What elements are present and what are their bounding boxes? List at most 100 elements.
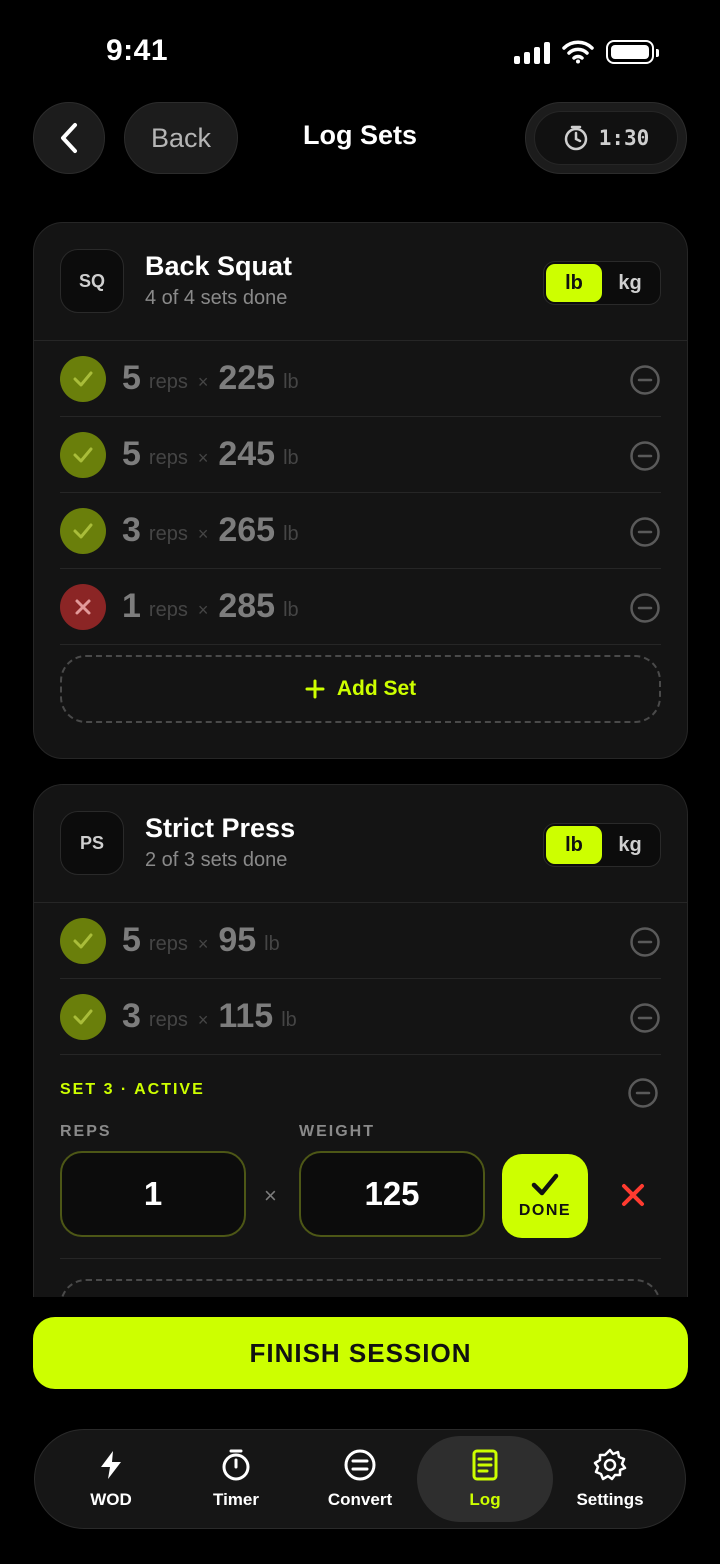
stopwatch-icon <box>222 1449 250 1481</box>
set-list: 5 reps × 225 lb 5 reps × 245 lb 3 reps ×… <box>34 341 687 645</box>
set-row[interactable]: 3 reps × 115 lb <box>60 979 661 1055</box>
set-weight: 265 <box>218 511 276 549</box>
remove-set-icon[interactable] <box>629 516 661 548</box>
add-set-button[interactable] <box>60 1279 661 1297</box>
exercise-card-back-squat: SQ Back Squat 4 of 4 sets done lb kg 5 r… <box>33 222 688 759</box>
set-row[interactable]: 3 reps × 265 lb <box>60 493 661 569</box>
set-weight: 95 <box>218 921 257 959</box>
equals-circle-icon <box>344 1449 376 1481</box>
cancel-x-icon[interactable] <box>619 1181 647 1209</box>
tab-bar: WOD Timer Convert Log Settings <box>34 1429 686 1529</box>
times-sign: × <box>264 1183 277 1208</box>
exercise-title: Back Squat <box>145 251 293 281</box>
tab-label: Convert <box>327 1490 393 1509</box>
bolt-icon <box>101 1451 121 1479</box>
active-set-editor: SET 3 · ACTIVE REPS WEIGHT 1 × 125 DONE <box>60 1055 661 1259</box>
check-icon[interactable] <box>60 917 106 964</box>
weight-unit-label: lb <box>281 1009 297 1031</box>
plus-icon <box>305 679 325 699</box>
weight-input[interactable]: 125 <box>299 1151 485 1237</box>
set-row[interactable]: 5 reps × 245 lb <box>60 417 661 493</box>
check-icon[interactable] <box>60 993 106 1040</box>
unit-lb-option[interactable]: lb <box>546 826 602 864</box>
status-bar: 9:41 <box>0 0 720 100</box>
add-set-button[interactable]: Add Set <box>60 655 661 723</box>
tab-label: Timer <box>213 1490 259 1509</box>
tab-wod[interactable]: WOD <box>43 1436 179 1522</box>
done-label: DONE <box>518 1202 572 1219</box>
set-row[interactable]: 5 reps × 225 lb <box>60 341 661 417</box>
exercise-abbr-badge: PS <box>60 811 124 875</box>
reps-unit-label: reps <box>148 371 188 393</box>
check-icon[interactable] <box>60 355 106 402</box>
unit-lb-option[interactable]: lb <box>546 264 602 302</box>
times-sign: × <box>197 372 209 392</box>
reps-unit-label: reps <box>148 1009 188 1031</box>
check-icon[interactable] <box>60 507 106 554</box>
exercise-abbr-badge: SQ <box>60 249 124 313</box>
reps-unit-label: reps <box>148 447 188 469</box>
timer-icon <box>564 125 587 151</box>
cellular-signal-icon <box>514 40 550 64</box>
set-reps: 1 <box>122 587 141 625</box>
unit-toggle: lb kg <box>543 261 661 305</box>
tab-label: WOD <box>90 1490 132 1509</box>
set-row[interactable]: 5 reps × 95 lb <box>60 903 661 979</box>
set-row[interactable]: 1 reps × 285 lb <box>60 569 661 645</box>
remove-set-icon[interactable] <box>629 1002 661 1034</box>
set-reps: 5 <box>122 359 141 397</box>
gear-icon <box>593 1448 627 1481</box>
weight-unit-label: lb <box>283 523 299 545</box>
back-arrow-button[interactable] <box>33 102 105 174</box>
unit-kg-option[interactable]: kg <box>602 264 658 302</box>
set-reps: 5 <box>122 921 141 959</box>
tab-convert[interactable]: Convert <box>292 1436 428 1522</box>
times-sign: × <box>197 934 209 954</box>
tab-settings[interactable]: Settings <box>542 1436 678 1522</box>
remove-set-icon[interactable] <box>629 592 661 624</box>
tab-label: Settings <box>576 1490 644 1509</box>
weight-field-label: WEIGHT <box>299 1123 375 1140</box>
rest-timer-button[interactable]: 1:30 <box>525 102 687 174</box>
reps-field-label: REPS <box>60 1123 112 1140</box>
done-button[interactable]: DONE <box>502 1154 588 1238</box>
remove-set-icon[interactable] <box>629 926 661 958</box>
remove-set-icon[interactable] <box>629 440 661 472</box>
failed-x-icon[interactable] <box>60 583 106 630</box>
finish-session-button[interactable]: FINISH SESSION <box>33 1317 688 1389</box>
exercise-progress: 2 of 3 sets done <box>145 849 288 871</box>
exercise-progress: 4 of 4 sets done <box>145 287 288 309</box>
set-weight: 285 <box>218 587 276 625</box>
weight-unit-label: lb <box>283 371 299 393</box>
tab-log[interactable]: Log <box>417 1436 553 1522</box>
reps-unit-label: reps <box>148 599 188 621</box>
exercise-card-strict-press: PS Strict Press 2 of 3 sets done lb kg 5… <box>33 784 688 1297</box>
weight-unit-label: lb <box>283 599 299 621</box>
exercise-header: PS Strict Press 2 of 3 sets done lb kg <box>34 785 687 903</box>
back-button[interactable]: Back <box>124 102 238 174</box>
set-reps: 3 <box>122 511 141 549</box>
tab-label: Log <box>469 1490 501 1509</box>
add-set-label: Add Set <box>336 677 417 700</box>
reps-input[interactable]: 1 <box>60 1151 246 1237</box>
unit-toggle: lb kg <box>543 823 661 867</box>
set-weight: 225 <box>218 359 276 397</box>
status-icons <box>514 40 659 64</box>
chevron-left-icon <box>61 123 77 153</box>
battery-icon <box>606 40 659 64</box>
remove-set-icon[interactable] <box>627 1077 659 1109</box>
times-sign: × <box>197 600 209 620</box>
remove-set-icon[interactable] <box>629 364 661 396</box>
times-sign: × <box>197 1010 209 1030</box>
header: Back Log Sets 1:30 <box>0 100 720 176</box>
tab-timer[interactable]: Timer <box>168 1436 304 1522</box>
times-sign: × <box>197 524 209 544</box>
wifi-icon <box>562 40 594 64</box>
unit-kg-option[interactable]: kg <box>602 826 658 864</box>
timer-value: 1:30 <box>598 126 650 150</box>
check-icon[interactable] <box>60 431 106 478</box>
exercise-header: SQ Back Squat 4 of 4 sets done lb kg <box>34 223 687 341</box>
reps-unit-label: reps <box>148 523 188 545</box>
set-list: 5 reps × 95 lb 3 reps × 115 lb <box>34 903 687 1055</box>
set-weight: 115 <box>218 997 274 1035</box>
